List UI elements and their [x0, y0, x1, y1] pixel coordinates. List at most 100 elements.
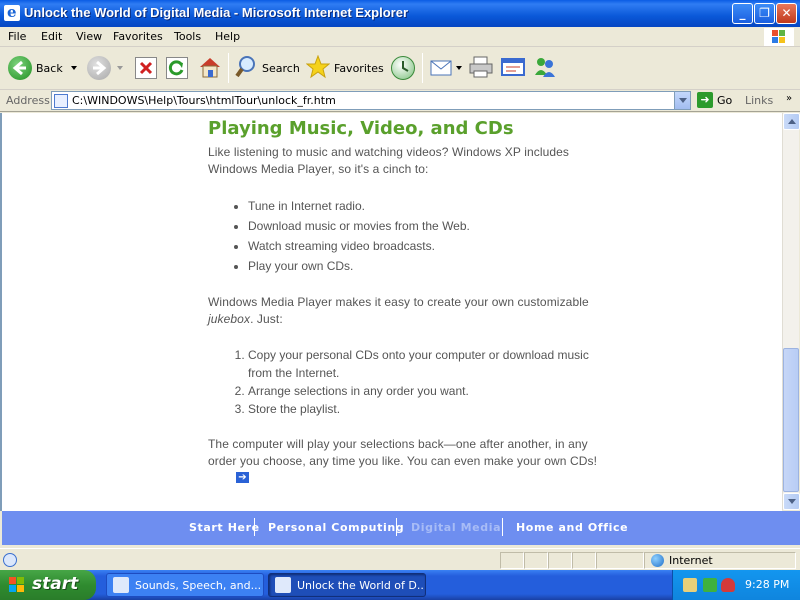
history-button[interactable] — [391, 53, 415, 83]
forward-arrow-icon — [87, 56, 111, 80]
menu-favorites[interactable]: Favorites — [113, 30, 163, 43]
go-button[interactable]: ➜ Go — [697, 92, 732, 108]
title-bar: Unlock the World of Digital Media - Micr… — [0, 0, 800, 27]
task-label: Sounds, Speech, and... — [135, 578, 262, 592]
globe-icon — [651, 554, 664, 567]
search-button[interactable]: Search — [234, 53, 300, 83]
print-button[interactable] — [468, 53, 494, 83]
mail-button[interactable] — [430, 53, 462, 83]
stop-button[interactable] — [135, 53, 157, 83]
printer-icon — [468, 55, 494, 82]
history-icon — [391, 56, 415, 80]
star-icon — [305, 54, 331, 82]
closing-text: The computer will play your selections b… — [208, 437, 598, 468]
tour-navigation: Start Here Personal Computing Digital Me… — [2, 511, 800, 545]
status-pane — [524, 552, 548, 569]
jukebox-text-before: Windows Media Player makes it easy to cr… — [208, 295, 589, 309]
nav-separator — [396, 518, 397, 536]
system-tray: 9:28 PM — [672, 570, 800, 600]
page-heading: Playing Music, Video, and CDs — [208, 118, 514, 139]
status-text-pane — [20, 552, 500, 569]
list-item: Tune in Internet radio. — [248, 196, 598, 216]
address-label: Address — [6, 94, 50, 107]
ie-window: Unlock the World of Digital Media - Micr… — [0, 0, 800, 600]
menu-bar: File Edit View Favorites Tools Help — [0, 27, 800, 47]
status-bar: Internet — [0, 548, 800, 570]
toolbar-separator — [228, 53, 229, 83]
address-bar: Address C:\WINDOWS\Help\Tours\htmlTour\u… — [0, 90, 800, 112]
menu-help[interactable]: Help — [215, 30, 240, 43]
nav-personal-computing[interactable]: Personal Computing — [268, 521, 404, 534]
jukebox-term: jukebox — [208, 312, 251, 326]
scroll-thumb[interactable] — [783, 348, 799, 492]
windows-logo-icon — [764, 28, 794, 46]
nav-separator — [254, 518, 255, 536]
forward-dropdown-icon[interactable] — [117, 66, 123, 70]
back-dropdown-icon[interactable] — [70, 66, 77, 70]
network-icon[interactable] — [683, 578, 697, 592]
toolbar: Back Search Favorites — [0, 47, 800, 90]
start-button[interactable]: start — [0, 570, 96, 600]
mail-dropdown-icon[interactable] — [456, 66, 462, 70]
favorites-button[interactable]: Favorites — [305, 53, 384, 83]
window-title: Unlock the World of Digital Media - Micr… — [24, 5, 409, 20]
clock[interactable]: 9:28 PM — [745, 578, 789, 591]
list-item: Watch streaming video broadcasts. — [248, 236, 598, 256]
menu-tools[interactable]: Tools — [174, 30, 201, 43]
refresh-button[interactable] — [166, 53, 188, 83]
list-item: Download music or movies from the Web. — [248, 216, 598, 236]
status-pane — [596, 552, 644, 569]
menu-edit[interactable]: Edit — [41, 30, 62, 43]
taskbar-button-ie[interactable]: Unlock the World of D... — [268, 573, 426, 597]
links-button[interactable]: Links — [745, 94, 773, 107]
edit-button[interactable] — [500, 53, 526, 83]
menu-file[interactable]: File — [8, 30, 26, 43]
home-icon — [197, 55, 223, 82]
intro-paragraph: Like listening to music and watching vid… — [208, 145, 570, 176]
tour-page: Playing Music, Video, and CDs Like liste… — [208, 118, 598, 505]
vertical-scrollbar[interactable] — [782, 113, 800, 510]
messenger-icon — [532, 55, 558, 82]
nav-digital-media: Digital Media — [411, 521, 502, 534]
toolbar-separator — [422, 53, 423, 83]
ie-icon[interactable] — [4, 3, 20, 21]
page-status-icon — [3, 553, 17, 567]
scroll-up-button[interactable] — [783, 113, 800, 130]
nav-home-and-office[interactable]: Home and Office — [516, 521, 628, 534]
security-shield-icon[interactable] — [721, 578, 735, 592]
forward-button[interactable] — [87, 53, 123, 83]
close-button[interactable]: ✕ — [776, 3, 797, 24]
nav-start-here[interactable]: Start Here — [189, 521, 260, 534]
taskbar: start Sounds, Speech, and... Unlock the … — [0, 570, 800, 600]
task-label: Unlock the World of D... — [297, 578, 426, 592]
favorites-label: Favorites — [334, 61, 384, 75]
address-dropdown-button[interactable] — [674, 92, 690, 109]
address-url[interactable]: C:\WINDOWS\Help\Tours\htmlTour\unlock_fr… — [72, 94, 336, 107]
security-zone-label: Internet — [669, 554, 713, 567]
taskbar-button-sounds[interactable]: Sounds, Speech, and... — [106, 573, 264, 597]
links-chevron-icon[interactable]: » — [786, 93, 792, 104]
search-icon — [234, 55, 258, 82]
volume-icon[interactable] — [703, 578, 717, 592]
messenger-button[interactable] — [532, 53, 558, 83]
maximize-button[interactable]: ❐ — [754, 3, 775, 24]
back-button[interactable]: Back — [8, 53, 77, 83]
home-button[interactable] — [197, 53, 223, 83]
list-item: Play your own CDs. — [248, 256, 598, 276]
status-pane — [572, 552, 596, 569]
list-item: Store the playlist. — [248, 400, 598, 418]
mail-icon — [430, 56, 454, 81]
status-pane — [500, 552, 524, 569]
next-page-arrow-icon[interactable]: ➔ — [236, 472, 249, 483]
list-item: Arrange selections in any order you want… — [248, 382, 598, 400]
ie-icon — [275, 577, 291, 593]
go-label: Go — [717, 93, 733, 107]
menu-view[interactable]: View — [76, 30, 102, 43]
minimize-button[interactable]: _ — [732, 3, 753, 24]
search-label: Search — [262, 61, 300, 75]
jukebox-text-after: . Just: — [250, 312, 283, 326]
edit-page-icon — [500, 55, 526, 82]
steps-list: Copy your personal CDs onto your compute… — [248, 346, 598, 418]
address-input[interactable]: C:\WINDOWS\Help\Tours\htmlTour\unlock_fr… — [51, 91, 691, 110]
scroll-down-button[interactable] — [783, 493, 800, 510]
